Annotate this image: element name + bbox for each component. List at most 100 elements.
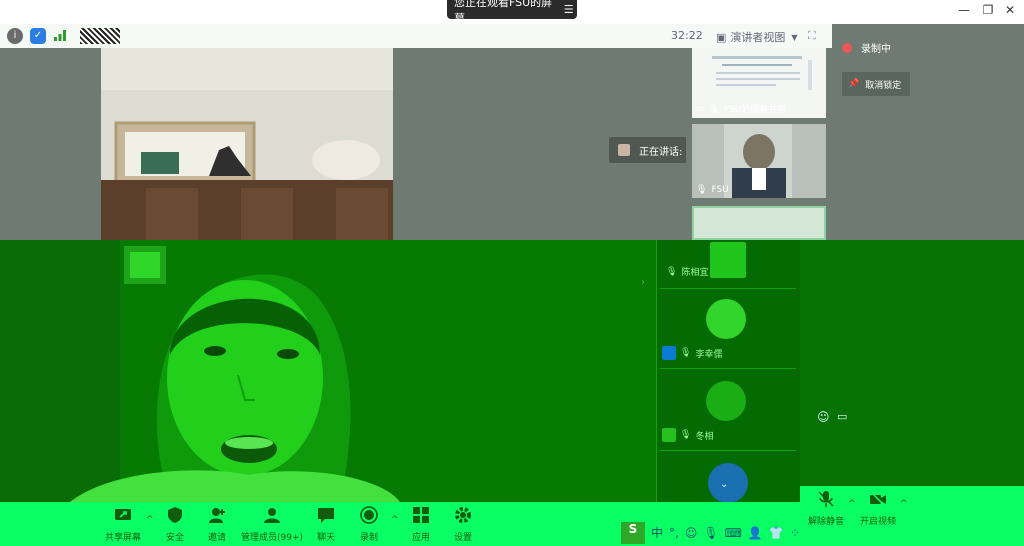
- punctuation-icon[interactable]: °,: [669, 526, 679, 540]
- collapse-panel-icon[interactable]: ›: [641, 277, 645, 288]
- user-icon: [662, 346, 676, 360]
- apps-button[interactable]: 应用: [397, 506, 445, 543]
- thumbnail-screen-share[interactable]: ▭ 🎙 FSU的屏幕共享: [692, 48, 826, 118]
- emoji-icon[interactable]: ☺: [817, 410, 830, 424]
- camera-off-icon: [870, 491, 886, 507]
- avatar: [706, 381, 746, 421]
- unmute-label: 解除静音: [807, 517, 844, 527]
- avatar: [710, 242, 746, 278]
- recording-status[interactable]: 录制中: [842, 40, 891, 55]
- ime-mode[interactable]: 中: [651, 524, 663, 541]
- participant-tile[interactable]: 🎙 陈相宜: [660, 240, 796, 286]
- active-speaker-video: [0, 240, 656, 502]
- banner-menu-icon[interactable]: ☰: [560, 3, 577, 16]
- info-icon[interactable]: i: [7, 28, 23, 44]
- restore-button[interactable]: ❐: [978, 3, 998, 21]
- members-icon: [264, 508, 280, 523]
- shield-icon: [168, 507, 182, 523]
- speaker-view-icon: ▣: [716, 30, 727, 44]
- manage-members-button[interactable]: 管理成员(99+): [240, 506, 304, 543]
- noise-glitch-icon: [80, 28, 120, 44]
- chat-bubble-icon[interactable]: ▭: [837, 410, 847, 423]
- chevron-down-icon: ▼: [791, 32, 798, 42]
- thumbnail-label: ▭ 🎙 FSU的屏幕共享: [696, 102, 787, 116]
- ime-toolbar: S 中 °, ☺ 🎙 ⌨ 👤 👕 ⁘: [617, 519, 800, 546]
- microphone-icon: 🎙: [680, 430, 692, 440]
- record-dot-icon: [842, 42, 852, 53]
- record-label: 录制: [359, 533, 378, 543]
- thumbnail-active[interactable]: [692, 206, 826, 240]
- sharing-banner[interactable]: 您正在观看FSU的屏幕 ☰: [447, 0, 577, 25]
- start-video-label: 开启视频: [859, 517, 896, 527]
- participant-name: 李幸儒: [695, 349, 723, 360]
- chat-button[interactable]: 聊天: [302, 506, 350, 543]
- avatar: [706, 299, 746, 339]
- manage-members-label: 管理成员(99+): [240, 533, 304, 543]
- apps-label: 应用: [411, 533, 430, 543]
- screen-share-icon: ▭: [696, 103, 705, 114]
- thumbnail-name: FSU的屏幕共享: [723, 105, 787, 115]
- start-video-button[interactable]: 开启视频: [854, 490, 902, 527]
- sogou-logo-icon[interactable]: S: [621, 521, 645, 544]
- gear-icon: [455, 507, 471, 523]
- minimize-button[interactable]: —: [954, 3, 974, 21]
- microphone-icon: 🎙: [680, 348, 692, 358]
- record-button[interactable]: 录制: [345, 506, 393, 543]
- screen-share-icon: [115, 509, 131, 520]
- invite-button[interactable]: 邀请: [193, 506, 241, 543]
- participant-tile[interactable]: 🎙 李幸儒: [660, 288, 796, 364]
- participant-tile[interactable]: 🎙 冬相: [660, 368, 796, 444]
- unpin-label: 取消锁定: [865, 80, 902, 91]
- keyboard-icon[interactable]: ⌨: [725, 526, 742, 540]
- record-icon: [360, 506, 378, 524]
- participant-label: 🎙 冬相: [662, 428, 713, 442]
- close-button[interactable]: ✕: [1000, 3, 1020, 21]
- microphone-icon: 🎙: [666, 266, 678, 277]
- security-label: 安全: [165, 533, 184, 543]
- apps-icon: [413, 507, 429, 523]
- participant-label: 🎙 陈相宜: [666, 265, 709, 279]
- unmute-button[interactable]: 解除静音: [802, 490, 850, 527]
- shield-check-icon[interactable]: ✓: [30, 28, 46, 44]
- emoji-icon[interactable]: ☺: [685, 526, 698, 540]
- speaker-avatar-icon: [618, 144, 630, 156]
- speaker-view-label: 演讲者视图: [730, 31, 786, 44]
- settings-button[interactable]: 设置: [439, 506, 487, 543]
- thumbnail-name: FSU: [711, 185, 729, 195]
- meeting-status-strip: i ✓: [0, 24, 832, 48]
- participant-label: 🎙 李幸儒: [662, 346, 722, 360]
- participant-name: 陈相宜: [681, 268, 709, 278]
- invite-icon: [209, 508, 225, 523]
- unpin-button[interactable]: 📌 取消锁定: [842, 72, 910, 96]
- microphone-icon: 🎙: [696, 185, 708, 195]
- microphone-icon: 🎙: [708, 103, 720, 114]
- user-icon: [662, 428, 676, 442]
- pin-icon: 📌: [848, 79, 860, 89]
- toolbox-icon[interactable]: ⁘: [790, 526, 800, 540]
- signal-icon[interactable]: [52, 28, 68, 44]
- microphone-muted-icon: [818, 491, 834, 507]
- share-screen-label: 共享屏幕: [104, 533, 141, 543]
- voice-input-icon[interactable]: 🎙: [703, 526, 718, 540]
- thumbnail-label: 🎙 FSU: [696, 185, 729, 195]
- user-icon[interactable]: 👤: [748, 526, 763, 540]
- recording-status-label: 录制中: [861, 44, 891, 55]
- share-screen-button[interactable]: 共享屏幕: [99, 506, 147, 543]
- speaker-view-toggle[interactable]: ▣ 演讲者视图 ▼: [716, 29, 798, 45]
- scroll-down-icon[interactable]: ⌄: [720, 479, 728, 490]
- recording-panel: [832, 32, 1024, 224]
- participant-name: 冬相: [695, 431, 714, 442]
- thumbnail-fsu[interactable]: 🎙 FSU: [692, 124, 826, 198]
- meeting-timer: 32:22: [671, 29, 703, 42]
- chat-icon: [318, 508, 334, 523]
- sharing-banner-text: 您正在观看FSU的屏幕: [454, 0, 553, 25]
- settings-label: 设置: [453, 533, 472, 543]
- participant-tile[interactable]: ⌄: [660, 450, 796, 503]
- invite-label: 邀请: [207, 533, 226, 543]
- skin-icon[interactable]: 👕: [769, 526, 784, 540]
- room-camera-video: [101, 48, 393, 240]
- fullscreen-icon[interactable]: ⛶: [808, 29, 816, 43]
- video-options-chevron[interactable]: ^: [900, 499, 908, 509]
- chat-label: 聊天: [316, 533, 335, 543]
- security-button[interactable]: 安全: [151, 506, 199, 543]
